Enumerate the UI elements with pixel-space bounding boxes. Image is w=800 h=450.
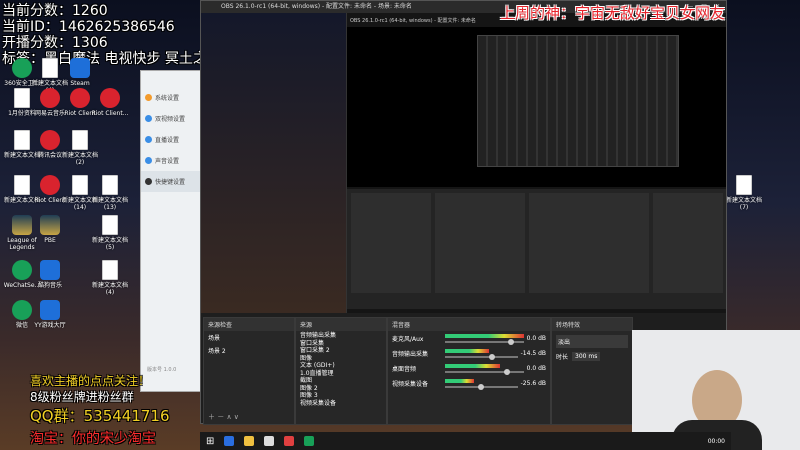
riot-icon (70, 88, 90, 108)
nested-capture (477, 35, 679, 167)
sources-header: 来源 (296, 318, 386, 331)
browser-icon[interactable] (224, 436, 235, 446)
folder-icon[interactable] (244, 436, 255, 446)
document-icon (102, 260, 118, 280)
desktop-icon[interactable]: Riot Client... (88, 88, 132, 117)
preview-nested (347, 27, 726, 187)
mixer-channel: 桌面音频 0.0 dB (392, 364, 546, 375)
volume-slider[interactable] (445, 339, 524, 345)
settings-item[interactable]: 声音设置 (141, 150, 209, 171)
document-icon (736, 175, 752, 195)
desktop-icon[interactable]: YY游戏大厅 (28, 300, 72, 329)
source-item[interactable]: 视频采集设备 (300, 400, 382, 408)
preview-docks (347, 189, 726, 309)
audio-meter (445, 364, 501, 368)
preview-canvas[interactable]: OBS 26.1.0-rc1 (64-bit, windows) - 配置文件:… (201, 13, 726, 313)
lol-icon (40, 215, 60, 235)
transitions-dock: 转场特效 淡出 时长 300 ms (551, 317, 633, 425)
riot-icon (40, 175, 60, 195)
duration-input[interactable]: 300 ms (572, 352, 601, 361)
clock: 00:00 (707, 437, 725, 445)
source-item[interactable]: 图像 2 (300, 385, 382, 393)
desktop-icon[interactable]: PBE (28, 215, 72, 244)
wechat-icon[interactable] (304, 436, 315, 446)
mixer-dock: 混音器 麦克风/Aux 0.0 dB 音频输出采集 -14.5 dB 桌面音频 … (387, 317, 551, 425)
source-item[interactable]: 文本 (GDI+) (300, 362, 382, 370)
riot-icon (100, 88, 120, 108)
document-icon (102, 175, 118, 195)
settings-item[interactable]: 系统设置 (141, 87, 209, 108)
taskbar: ⊞ 00:00 (200, 432, 731, 450)
group-prompt: 8级粉丝牌进粉丝群 (30, 390, 134, 404)
desktop-icon[interactable]: 酷狗音乐 (28, 260, 72, 289)
settings-item[interactable]: 直播设置 (141, 129, 209, 150)
volume-slider[interactable] (445, 369, 524, 375)
audio-meter (445, 334, 524, 338)
keyboard-icon (145, 178, 152, 185)
desktop-icon[interactable]: 新建文本文档 (2) (58, 130, 102, 166)
mixer-header: 混音器 (388, 318, 550, 331)
preview-obs-capture: OBS 26.1.0-rc1 (64-bit, windows) - 配置文件:… (346, 13, 726, 313)
document-icon (72, 130, 88, 150)
meeting-icon (40, 130, 60, 150)
desktop-icon[interactable]: 新建文本文档 (5) (88, 215, 132, 251)
audio-meter (445, 349, 489, 353)
steam-icon (70, 58, 90, 78)
scenes-header: 来源检查 (204, 318, 294, 331)
banner-right: 上周的神：宇宙无敌好宝贝女网友 (500, 4, 726, 22)
source-item[interactable]: 图像 (300, 355, 382, 363)
windows-start-icon[interactable]: ⊞ (206, 436, 214, 447)
scene-item[interactable]: 场景 2 (204, 344, 294, 357)
desktop-icon[interactable]: Steam (58, 58, 102, 87)
preview-desktop-left (201, 13, 346, 313)
source-item[interactable]: 1.0直播管理 (300, 370, 382, 378)
follow-prompt: 喜欢主播的点点关注！ (30, 374, 151, 388)
volume-slider[interactable] (445, 384, 518, 390)
music-icon (40, 88, 60, 108)
document-icon (42, 58, 58, 78)
mixer-channel: 音频输出采集 -14.5 dB (392, 349, 546, 360)
settings-item[interactable]: 快捷键设置 (141, 171, 209, 192)
duration-label: 时长 (556, 354, 569, 361)
document-icon (102, 215, 118, 235)
source-item[interactable]: 图像 3 (300, 392, 382, 400)
desktop-icon[interactable]: 新建文本文档 (4) (88, 260, 132, 296)
document-icon (72, 175, 88, 195)
transition-select[interactable]: 淡出 (556, 335, 628, 348)
shop-prompt: 淘宝：你的宋少淘宝 (30, 431, 156, 447)
game-icon (40, 300, 60, 320)
mixer-channel: 麦克风/Aux 0.0 dB (392, 334, 546, 345)
scene-controls[interactable]: ＋ － ∧ ∨ (208, 412, 239, 422)
sources-list: 音频输出采集 窗口采集 窗口采集 2 图像 文本 (GDI+) 1.0直播管理 … (296, 331, 386, 408)
app-icon[interactable] (284, 436, 295, 446)
window-title: OBS 26.1.0-rc1 (64-bit, windows) - 配置文件:… (221, 3, 412, 10)
settings-icon (145, 94, 152, 101)
sound-icon (145, 157, 152, 164)
qq-group: QQ群：535441716 (30, 407, 170, 425)
version-label: 版本号 1.0.0 (147, 367, 177, 373)
scenes-dock: 来源检查 场景 场景 2 ＋ － ∧ ∨ (203, 317, 295, 425)
source-item[interactable]: 窗口采集 (300, 340, 382, 348)
music-icon (40, 260, 60, 280)
desktop-icon[interactable]: 新建文本文档 (13) (88, 175, 132, 211)
settings-item[interactable]: 双视频设置 (141, 108, 209, 129)
live-icon (145, 136, 152, 143)
source-item[interactable]: 音频输出采集 (300, 332, 382, 340)
desktop-icon[interactable]: 新建文本文档 (7) (722, 175, 766, 211)
source-item[interactable]: 窗口采集 2 (300, 347, 382, 355)
scene-item[interactable]: 场景 (204, 331, 294, 344)
volume-slider[interactable] (445, 354, 518, 360)
audio-meter (445, 379, 475, 383)
sources-dock: 来源 音频输出采集 窗口采集 窗口采集 2 图像 文本 (GDI+) 1.0直播… (295, 317, 387, 425)
transitions-header: 转场特效 (552, 318, 632, 331)
mixer-channel: 视频采集设备 -25.6 dB (392, 379, 546, 390)
video-icon (145, 115, 152, 122)
preview-title: OBS 26.1.0-rc1 (64-bit, windows) - 配置文件:… (350, 18, 476, 24)
source-item[interactable]: 截图 (300, 377, 382, 385)
obs-icon[interactable] (264, 436, 275, 446)
